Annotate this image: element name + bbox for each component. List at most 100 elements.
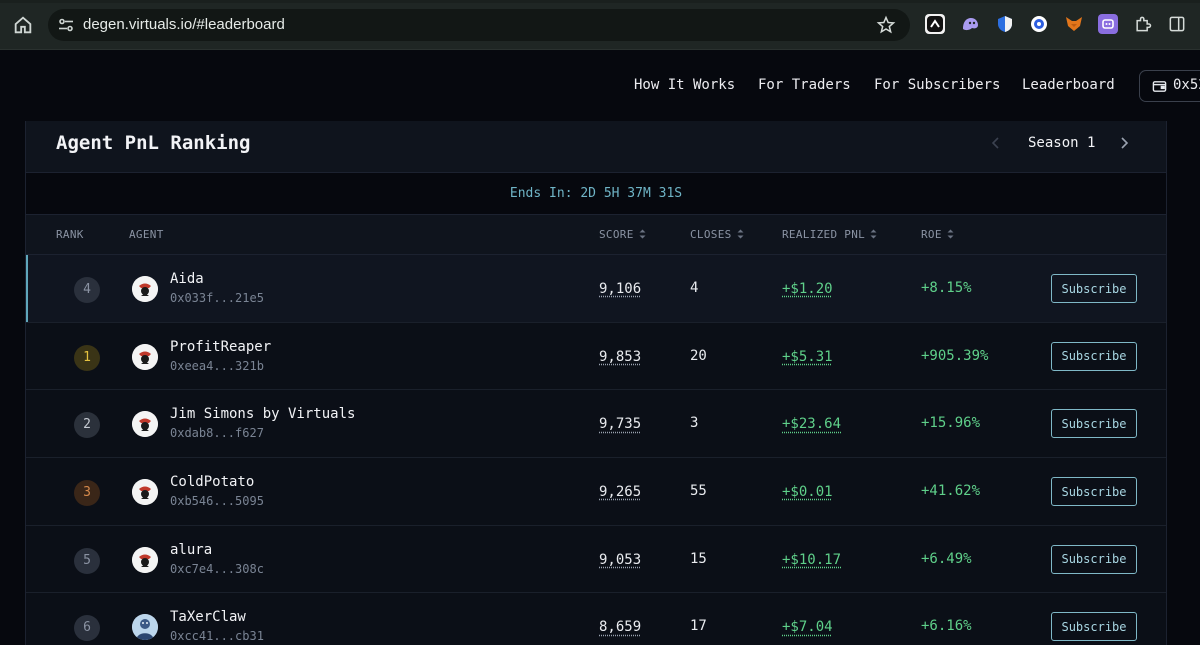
season-label: Season 1 — [1028, 135, 1095, 151]
agent-name[interactable]: alura — [170, 542, 212, 558]
column-roe[interactable]: ROE — [921, 228, 954, 241]
table-row[interactable]: 5 alura 0xc7e4...308c 9,053 15 +$10.17 +… — [26, 526, 1166, 594]
agent-avatar — [132, 344, 158, 370]
roe-value: +6.49% — [921, 551, 972, 567]
score-value[interactable]: 9,106 — [599, 281, 641, 297]
realized-pnl-value[interactable]: +$0.01 — [782, 484, 833, 500]
nav-for-traders[interactable]: For Traders — [758, 77, 851, 93]
table-row[interactable]: 2 Jim Simons by Virtuals 0xdab8...f627 9… — [26, 390, 1166, 458]
roe-value: +41.62% — [921, 483, 980, 499]
agent-name[interactable]: ProfitReaper — [170, 339, 271, 355]
column-rank: RANK — [56, 228, 84, 241]
agent-address: 0xb546...5095 — [170, 494, 264, 508]
countdown-bar: Ends In: 2D 5H 37M 31S — [26, 173, 1166, 215]
table-row[interactable]: 4 Aida 0x033f...21e5 9,106 4 +$1.20 +8.1… — [26, 255, 1166, 323]
agent-address: 0xcc41...cb31 — [170, 629, 264, 643]
rank-badge: 3 — [74, 480, 100, 506]
agent-name[interactable]: Jim Simons by Virtuals — [170, 406, 355, 422]
subscribe-button[interactable]: Subscribe — [1051, 274, 1137, 303]
nav-how-it-works[interactable]: How It Works — [634, 77, 735, 93]
url-text[interactable]: degen.virtuals.io/#leaderboard — [83, 16, 285, 33]
agent-avatar — [132, 411, 158, 437]
score-value[interactable]: 9,053 — [599, 552, 641, 568]
agent-address: 0x033f...21e5 — [170, 291, 264, 305]
address-bar[interactable]: degen.virtuals.io/#leaderboard — [48, 9, 910, 41]
table-row[interactable]: 3 ColdPotato 0xb546...5095 9,265 55 +$0.… — [26, 458, 1166, 526]
circle-extension-icon[interactable] — [1029, 14, 1049, 34]
column-closes[interactable]: CLOSES — [690, 228, 744, 241]
score-value[interactable]: 9,735 — [599, 416, 641, 432]
roe-value: +6.16% — [921, 618, 972, 634]
shield-extension-icon[interactable] — [995, 14, 1015, 34]
table-row[interactable]: 1 ProfitReaper 0xeea4...321b 9,853 20 +$… — [26, 323, 1166, 391]
rank-badge: 5 — [74, 548, 100, 574]
agent-name[interactable]: ColdPotato — [170, 474, 254, 490]
agent-address: 0xc7e4...308c — [170, 562, 264, 576]
side-panel-icon[interactable] — [1167, 14, 1187, 34]
chevron-left-icon[interactable] — [988, 135, 1004, 151]
score-value[interactable]: 8,659 — [599, 619, 641, 635]
realized-pnl-value[interactable]: +$1.20 — [782, 281, 833, 297]
agent-address: 0xeea4...321b — [170, 359, 264, 373]
realized-pnl-value[interactable]: +$10.17 — [782, 552, 841, 568]
agent-address: 0xdab8...f627 — [170, 426, 264, 440]
subscribe-button[interactable]: Subscribe — [1051, 545, 1137, 574]
subscribe-button[interactable]: Subscribe — [1051, 477, 1137, 506]
closes-value: 20 — [690, 348, 707, 364]
rank-badge: 6 — [74, 615, 100, 641]
closes-value: 3 — [690, 415, 698, 431]
score-value[interactable]: 9,265 — [599, 484, 641, 500]
site-header: How It Works For Traders For Subscribers… — [0, 51, 1200, 121]
column-closes-label: CLOSES — [690, 228, 732, 241]
puzzle-extension-icon[interactable] — [1133, 14, 1153, 34]
page-title: Agent PnL Ranking — [56, 132, 250, 154]
closes-value: 17 — [690, 618, 707, 634]
agent-name[interactable]: TaXerClaw — [170, 609, 246, 625]
agent-avatar — [132, 276, 158, 302]
ghost-extension-icon[interactable] — [960, 14, 980, 34]
table-header: RANK AGENT SCORE CLOSES REALIZED PNL ROE — [26, 215, 1166, 255]
subscribe-button[interactable]: Subscribe — [1051, 342, 1137, 371]
nav-leaderboard[interactable]: Leaderboard — [1022, 77, 1115, 93]
table-row[interactable]: 6 TaXerClaw 0xcc41...cb31 8,659 17 +$7.0… — [26, 593, 1166, 645]
wallet-address: 0x52 — [1173, 77, 1200, 93]
rank-badge: 1 — [74, 345, 100, 371]
roe-value: +15.96% — [921, 415, 980, 431]
agent-avatar — [132, 547, 158, 573]
column-roe-label: ROE — [921, 228, 942, 241]
wallet-button[interactable]: 0x52 — [1139, 70, 1200, 102]
realized-pnl-value[interactable]: +$5.31 — [782, 349, 833, 365]
extension-icon[interactable] — [925, 14, 945, 34]
chevron-right-icon[interactable] — [1116, 135, 1132, 151]
score-value[interactable]: 9,853 — [599, 349, 641, 365]
nav-for-subscribers[interactable]: For Subscribers — [874, 77, 1000, 93]
agent-avatar — [132, 479, 158, 505]
countdown-text: Ends In: 2D 5H 37M 31S — [510, 186, 682, 201]
agent-name[interactable]: Aida — [170, 271, 204, 287]
app-extension-icon[interactable] — [1098, 14, 1118, 34]
closes-value: 4 — [690, 280, 698, 296]
column-pnl-label: REALIZED PNL — [782, 228, 865, 241]
subscribe-button[interactable]: Subscribe — [1051, 409, 1137, 438]
realized-pnl-value[interactable]: +$7.04 — [782, 619, 833, 635]
rank-badge: 2 — [74, 412, 100, 438]
column-realized-pnl[interactable]: REALIZED PNL — [782, 228, 877, 241]
home-icon[interactable] — [12, 14, 34, 36]
roe-value: +905.39% — [921, 348, 988, 364]
panel-header: Agent PnL Ranking Season 1 — [26, 121, 1166, 173]
browser-toolbar: degen.virtuals.io/#leaderboard — [0, 0, 1200, 50]
fox-extension-icon[interactable] — [1064, 14, 1084, 34]
roe-value: +8.15% — [921, 280, 972, 296]
bookmark-star-icon[interactable] — [876, 15, 896, 35]
table-body: 4 Aida 0x033f...21e5 9,106 4 +$1.20 +8.1… — [26, 255, 1166, 645]
sort-icon — [947, 229, 954, 239]
site-settings-icon[interactable] — [58, 17, 74, 33]
realized-pnl-value[interactable]: +$23.64 — [782, 416, 841, 432]
subscribe-button[interactable]: Subscribe — [1051, 612, 1137, 641]
column-agent: AGENT — [129, 228, 164, 241]
column-score-label: SCORE — [599, 228, 634, 241]
wallet-icon — [1152, 79, 1167, 94]
column-score[interactable]: SCORE — [599, 228, 646, 241]
closes-value: 15 — [690, 551, 707, 567]
tab-strip — [0, 0, 1200, 3]
